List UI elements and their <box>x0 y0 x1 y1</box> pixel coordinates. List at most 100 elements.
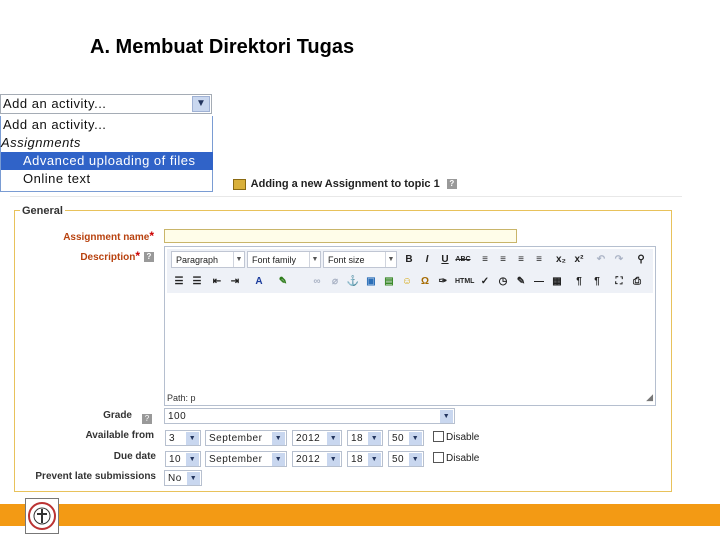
clock-icon[interactable]: ◷ <box>495 273 511 290</box>
due-disable-label: Disable <box>446 453 480 464</box>
prevent-late-value: No <box>168 473 182 484</box>
strikethrough-button[interactable]: ABC <box>455 251 471 268</box>
available-disable-checkbox[interactable] <box>433 431 444 442</box>
undo-icon[interactable]: ↶ <box>593 251 609 268</box>
special-char-icon[interactable]: Ω <box>417 273 433 290</box>
available-day-select[interactable]: 3 ▼ <box>165 430 201 446</box>
activity-dropdown-list: Add an activity... Assignments Advanced … <box>0 116 213 192</box>
footer-accent-bar <box>0 504 720 526</box>
due-year-value: 2012 <box>296 454 321 465</box>
assignment-name-label-text: Assignment name <box>63 232 150 243</box>
add-activity-select-value: Add an activity... <box>3 96 107 111</box>
available-month-select[interactable]: September ▼ <box>205 430 287 446</box>
fullscreen-icon[interactable]: ⛶ <box>611 273 627 290</box>
grade-help: ? <box>138 410 152 428</box>
unlink-icon[interactable]: ⌀ <box>327 273 343 290</box>
spellcheck-icon[interactable]: ✓ <box>477 273 493 290</box>
grade-select-value: 100 <box>168 411 187 422</box>
due-minute-value: 50 <box>392 454 405 465</box>
find-replace-icon[interactable]: ⚲ <box>633 251 649 268</box>
help-icon[interactable]: ? <box>144 252 154 263</box>
available-year-value: 2012 <box>296 433 321 444</box>
background-color-icon[interactable]: ✎ <box>275 273 291 290</box>
chevron-down-icon: ▼ <box>309 252 320 267</box>
due-year-select[interactable]: 2012 ▼ <box>292 451 342 467</box>
cleanup-icon[interactable]: ✑ <box>435 273 451 290</box>
chevron-down-icon: ▼ <box>272 453 285 466</box>
assignment-icon <box>233 178 246 190</box>
ltr-icon[interactable]: ¶ <box>571 273 587 290</box>
font-family-select[interactable]: Font family ▼ <box>247 251 321 268</box>
numbered-list-icon[interactable]: ☰ <box>189 273 205 290</box>
due-minute-select[interactable]: 50 ▼ <box>388 451 424 467</box>
font-size-select-value: Font size <box>328 255 365 265</box>
available-minute-select[interactable]: 50 ▼ <box>388 430 424 446</box>
activity-group-assignments: Assignments <box>1 135 81 150</box>
chevron-down-icon: ▼ <box>233 252 244 267</box>
assignment-name-input[interactable] <box>164 229 517 243</box>
add-activity-select[interactable]: Add an activity... ▼ <box>0 94 212 114</box>
chevron-down-icon[interactable]: ▼ <box>192 96 210 112</box>
activity-option-online-text[interactable]: Online text <box>1 170 213 188</box>
bold-button[interactable]: B <box>401 251 417 268</box>
image-icon[interactable]: ▣ <box>363 273 379 290</box>
activity-option-add[interactable]: Add an activity... <box>1 116 215 134</box>
anchor-icon[interactable]: ⚓ <box>345 273 361 290</box>
due-hour-value: 18 <box>351 454 364 465</box>
edit-icon[interactable]: ✎ <box>513 273 529 290</box>
due-date-label: Due date <box>113 451 156 462</box>
help-icon[interactable]: ? <box>446 179 457 190</box>
chevron-down-icon: ▼ <box>385 252 396 267</box>
redo-icon[interactable]: ↷ <box>611 251 627 268</box>
grade-label: Grade <box>103 410 132 421</box>
university-logo <box>25 498 59 534</box>
underline-button[interactable]: U <box>437 251 453 268</box>
media-icon[interactable]: ▤ <box>381 273 397 290</box>
available-year-select[interactable]: 2012 ▼ <box>292 430 342 446</box>
prevent-late-label: Prevent late submissions <box>35 471 156 482</box>
available-minute-value: 50 <box>392 433 405 444</box>
bullet-list-icon[interactable]: ☰ <box>171 273 187 290</box>
html-source-button[interactable]: HTML <box>455 273 474 290</box>
grade-select[interactable]: 100 ▼ <box>164 408 455 424</box>
table-icon[interactable]: ▦ <box>549 273 565 290</box>
outdent-icon[interactable]: ⇤ <box>209 273 225 290</box>
subscript-icon[interactable]: x₂ <box>553 251 569 268</box>
description-label: Description*? <box>14 249 154 263</box>
editor-content-area[interactable] <box>167 295 653 385</box>
align-center-icon[interactable]: ≡ <box>495 251 511 268</box>
chevron-down-icon: ▼ <box>368 432 381 445</box>
superscript-icon[interactable]: x² <box>571 251 587 268</box>
align-right-icon[interactable]: ≡ <box>513 251 529 268</box>
description-editor: Paragraph ▼ Font family ▼ Font size ▼ B I U… <box>164 246 656 406</box>
horizontal-rule-icon[interactable]: — <box>531 273 547 290</box>
align-left-icon[interactable]: ≡ <box>477 251 493 268</box>
align-justify-icon[interactable]: ≡ <box>531 251 547 268</box>
due-hour-select[interactable]: 18 ▼ <box>347 451 383 467</box>
activity-option-advanced-uploading[interactable]: Advanced uploading of files <box>1 152 213 170</box>
due-day-select[interactable]: 10 ▼ <box>165 451 201 467</box>
emoticon-icon[interactable]: ☺ <box>399 273 415 290</box>
prevent-late-select[interactable]: No ▼ <box>164 470 202 486</box>
form-header-text: Adding a new Assignment to topic 1 <box>250 178 440 190</box>
due-disable-checkbox[interactable] <box>433 452 444 463</box>
form-header: Adding a new Assignment to topic 1 ? <box>233 178 457 190</box>
available-disable-label: Disable <box>446 432 480 443</box>
resize-handle-icon[interactable]: ◢ <box>646 392 653 403</box>
format-select[interactable]: Paragraph ▼ <box>171 251 245 268</box>
text-color-icon[interactable]: A <box>251 273 267 290</box>
indent-icon[interactable]: ⇥ <box>227 273 243 290</box>
link-icon[interactable]: ∞ <box>309 273 325 290</box>
italic-button[interactable]: I <box>419 251 435 268</box>
preview-icon[interactable]: ⎙ <box>629 273 645 290</box>
help-icon[interactable]: ? <box>142 413 152 424</box>
due-day-value: 10 <box>169 454 182 465</box>
due-month-select[interactable]: September ▼ <box>205 451 287 467</box>
rtl-icon[interactable]: ¶ <box>589 273 605 290</box>
editor-path: Path: p <box>167 393 196 403</box>
available-month-value: September <box>209 433 263 444</box>
fieldset-legend: General <box>20 205 65 217</box>
font-family-select-value: Font family <box>252 255 297 265</box>
font-size-select[interactable]: Font size ▼ <box>323 251 397 268</box>
available-hour-select[interactable]: 18 ▼ <box>347 430 383 446</box>
